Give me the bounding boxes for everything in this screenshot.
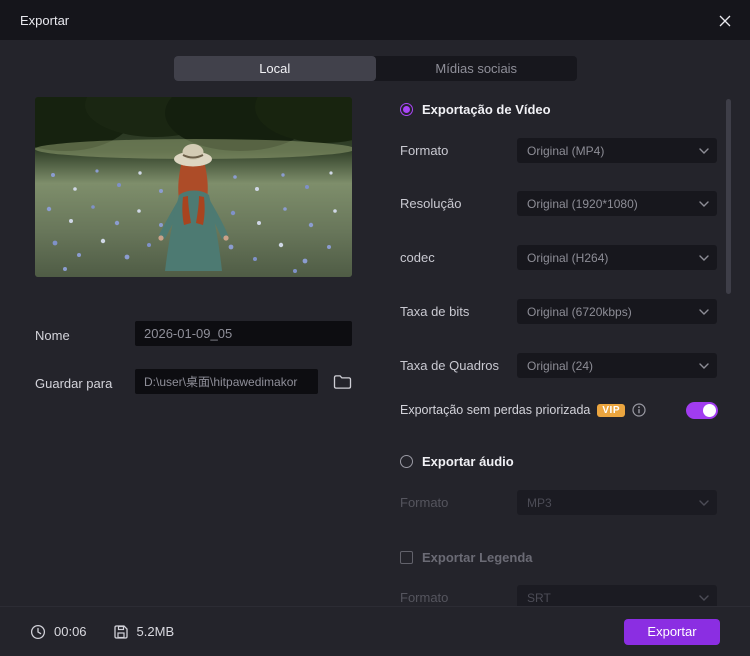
codec-label: codec xyxy=(400,250,435,265)
titlebar: Exportar xyxy=(0,0,750,40)
close-button[interactable] xyxy=(712,8,738,34)
video-preview-thumbnail xyxy=(35,97,352,277)
chevron-down-icon xyxy=(699,594,709,601)
codec-value: Original (H264) xyxy=(527,250,609,265)
codec-row: codec Original (H264) xyxy=(400,245,718,270)
resolution-label: Resolução xyxy=(400,196,462,211)
resolution-dropdown[interactable]: Original (1920*1080) xyxy=(517,191,717,216)
video-export-radio[interactable] xyxy=(400,102,413,116)
close-icon xyxy=(719,15,731,27)
footer-bar: 00:06 5.2MB Exportar xyxy=(0,606,750,656)
codec-dropdown[interactable]: Original (H264) xyxy=(517,245,717,270)
tab-local-label: Local xyxy=(259,61,291,76)
framerate-row: Taxa de Quadros Original (24) xyxy=(400,353,718,378)
subtitle-format-label: Formato xyxy=(400,590,449,605)
tab-social-media[interactable]: Mídias sociais xyxy=(376,56,578,81)
resolution-value: Original (1920*1080) xyxy=(527,196,638,211)
lossless-row: Exportação sem perdas priorizada VIP xyxy=(400,401,718,419)
filesize-text: 5.2MB xyxy=(136,624,175,639)
framerate-label: Taxa de Quadros xyxy=(400,358,500,373)
bitrate-label: Taxa de bits xyxy=(400,304,470,319)
audio-export-title: Exportar áudio xyxy=(422,453,514,469)
resolution-row: Resolução Original (1920*1080) xyxy=(400,191,718,216)
video-export-section-header: Exportação de Vídeo xyxy=(400,100,551,118)
subtitle-export-checkbox[interactable] xyxy=(400,550,413,564)
browse-folder-button[interactable] xyxy=(329,369,355,394)
chevron-down-icon xyxy=(699,362,709,369)
subtitle-format-value: SRT xyxy=(527,590,551,605)
folder-icon xyxy=(333,375,351,389)
bitrate-value: Original (6720kbps) xyxy=(527,304,632,319)
info-icon xyxy=(632,403,646,417)
duration-text: 00:06 xyxy=(54,624,87,639)
export-button[interactable]: Exportar xyxy=(624,618,720,645)
name-input[interactable] xyxy=(135,321,352,346)
bitrate-dropdown[interactable]: Original (6720kbps) xyxy=(517,299,717,324)
tab-bar: Local Mídias sociais xyxy=(174,56,577,81)
chevron-down-icon xyxy=(699,308,709,315)
audio-format-label: Formato xyxy=(400,495,449,510)
scrollbar-thumb[interactable] xyxy=(726,99,731,294)
audio-export-radio[interactable] xyxy=(400,454,413,468)
format-label: Formato xyxy=(400,143,449,158)
chevron-down-icon xyxy=(699,499,709,506)
vip-badge: VIP xyxy=(597,403,625,417)
format-row: Formato Original (MP4) xyxy=(400,138,718,163)
audio-format-row: Formato MP3 xyxy=(400,490,718,515)
audio-format-dropdown[interactable]: MP3 xyxy=(517,490,717,515)
chevron-down-icon xyxy=(699,254,709,261)
lossless-info-button[interactable] xyxy=(632,403,646,417)
clock-icon xyxy=(30,624,46,640)
subtitle-export-section-header: Exportar Legenda xyxy=(400,548,533,566)
framerate-value: Original (24) xyxy=(527,358,594,373)
audio-format-value: MP3 xyxy=(527,495,552,510)
audio-export-section-header: Exportar áudio xyxy=(400,452,514,470)
name-label: Nome xyxy=(35,328,70,343)
bitrate-row: Taxa de bits Original (6720kbps) xyxy=(400,299,718,324)
format-value: Original (MP4) xyxy=(527,143,605,158)
lossless-toggle[interactable] xyxy=(686,401,718,419)
chevron-down-icon xyxy=(699,200,709,207)
disk-icon xyxy=(113,624,129,640)
tab-social-label: Mídias sociais xyxy=(435,61,518,76)
subtitle-export-title: Exportar Legenda xyxy=(422,549,533,565)
tab-local[interactable]: Local xyxy=(174,56,376,81)
chevron-down-icon xyxy=(699,147,709,154)
framerate-dropdown[interactable]: Original (24) xyxy=(517,353,717,378)
dialog-title: Exportar xyxy=(20,12,70,28)
save-path-label: Guardar para xyxy=(35,376,113,391)
save-path-input[interactable] xyxy=(135,369,318,394)
video-export-title: Exportação de Vídeo xyxy=(422,101,551,117)
export-dialog: Exportar Local Mídias sociais Nome 2026-… xyxy=(0,0,750,656)
toggle-knob xyxy=(703,403,716,417)
lossless-label: Exportação sem perdas priorizada xyxy=(400,403,591,417)
format-dropdown[interactable]: Original (MP4) xyxy=(517,138,717,163)
